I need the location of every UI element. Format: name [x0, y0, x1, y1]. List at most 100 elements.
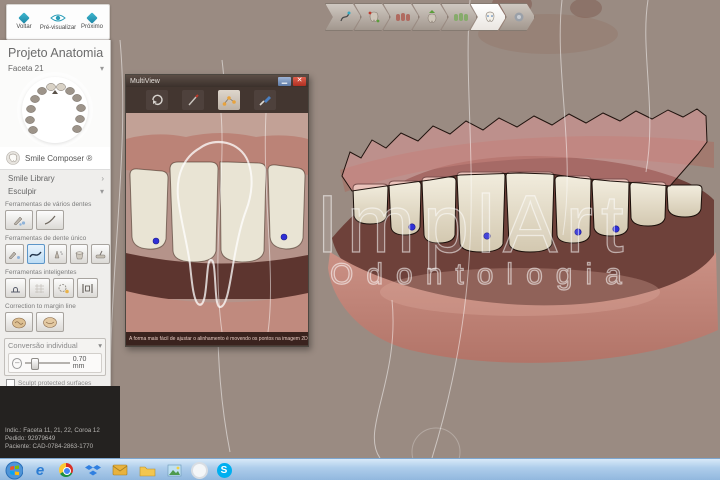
- sculpt-section: Smile Library › Esculpir ▾ Ferramentas d…: [0, 170, 111, 410]
- tool-bucket[interactable]: [69, 244, 89, 264]
- case-patient: Paciente: CAD-0784-2863-1770: [5, 443, 94, 450]
- taskbar-internet-explorer[interactable]: e: [31, 461, 49, 479]
- anatomy-panel: Projeto Anatomia Faceta 21 ▾ Smile Compo…: [0, 40, 111, 410]
- decrease-button[interactable]: –: [12, 357, 23, 369]
- control-point[interactable]: [408, 223, 416, 231]
- tool-cut-curve[interactable]: [36, 210, 64, 230]
- taskbar-dropbox[interactable]: [84, 461, 102, 479]
- brush-icon: [259, 95, 271, 106]
- back-label: Voltar: [16, 24, 32, 30]
- taskbar-file-explorer[interactable]: [138, 461, 156, 479]
- start-button[interactable]: [5, 461, 23, 479]
- slider-thumb[interactable]: [31, 358, 40, 370]
- tooth-selection-dropdown[interactable]: Faceta 21 ▾: [0, 62, 110, 75]
- app-window: ImplArt Odontologia Voltar Pré-visualiza…: [0, 0, 720, 480]
- close-button[interactable]: ✕: [293, 76, 306, 86]
- tool-add-remove[interactable]: [5, 244, 24, 264]
- chevron-right-icon: ›: [101, 174, 104, 183]
- conversion-box: Conversão individual ▾ – 0.70 mm: [4, 338, 106, 376]
- case-indication: Indic.: Faceta 11, 21, 22, Coroa 12: [5, 427, 100, 434]
- control-point-2d[interactable]: [280, 233, 288, 241]
- folder-icon: [139, 466, 155, 476]
- taskbar-media-player[interactable]: [190, 461, 208, 479]
- tooth-directions-icon: [368, 11, 379, 23]
- chevron-down-icon: ▾: [99, 187, 104, 196]
- lasso-ball-icon: [58, 283, 69, 293]
- control-point[interactable]: [574, 228, 582, 236]
- smile-composer-label: Smile Composer ®: [25, 153, 93, 163]
- tooth-arch-selector[interactable]: [22, 77, 88, 143]
- tool-margin-adapt-up[interactable]: [5, 312, 33, 332]
- tool-shape-multiple[interactable]: [5, 210, 33, 230]
- smile-composer-item[interactable]: Smile Composer ®: [0, 147, 110, 170]
- case-order: Pedido: 92979649: [5, 435, 56, 442]
- multiview-titlebar[interactable]: MultiView ▁ ✕: [126, 75, 308, 87]
- single-tooth-tools: [0, 243, 110, 266]
- windows-start-icon: [5, 461, 23, 479]
- smile-library-header[interactable]: Smile Library ›: [0, 172, 110, 185]
- taskbar-photo-viewer[interactable]: [165, 461, 183, 479]
- conversion-dropdown[interactable]: Conversão individual ▾: [8, 341, 102, 350]
- flatten-iron-icon: [95, 250, 106, 258]
- wave-icon: [29, 251, 42, 257]
- step-scan-data[interactable]: [325, 3, 361, 31]
- measure-pen-button[interactable]: [182, 90, 204, 110]
- tool-smooth-wave[interactable]: [26, 244, 46, 264]
- taskbar-chrome[interactable]: [57, 461, 75, 479]
- minimize-button[interactable]: ▁: [278, 76, 291, 86]
- wizard-nav-toolbar: Voltar Pré-visualizar Próximo: [6, 4, 110, 40]
- points-icon: [222, 95, 236, 106]
- margin-line-tools: [0, 311, 110, 334]
- smart-tools: [0, 277, 110, 300]
- selected-tooth-marker: [52, 90, 58, 94]
- next-icon: [86, 12, 98, 24]
- next-label: Próximo: [80, 24, 103, 30]
- tool-smart-mesh[interactable]: [29, 278, 50, 298]
- back-icon: [18, 12, 30, 24]
- tool-margin-adapt-down[interactable]: [36, 312, 64, 332]
- chevron-down-icon: ▾: [98, 341, 102, 350]
- back-button[interactable]: Voltar: [8, 7, 41, 37]
- finalize-gear-icon: [514, 12, 523, 22]
- group-margin-label: Correction to margin line: [5, 303, 76, 310]
- smile-library-label: Smile Library: [8, 174, 55, 183]
- taskbar-outlook[interactable]: [111, 461, 129, 479]
- taskbar-skype[interactable]: S: [215, 461, 233, 479]
- tooth-arch-chart: [25, 83, 86, 134]
- control-point[interactable]: [612, 225, 620, 233]
- skype-icon: S: [216, 462, 232, 478]
- pen-icon: [188, 93, 199, 105]
- group-single-label: Ferramentas de dente único: [5, 235, 87, 242]
- tooth-selection-label: Faceta 21: [8, 64, 44, 73]
- ie-icon: e: [35, 461, 45, 479]
- tool-flatten[interactable]: [91, 244, 110, 264]
- tool-smart-morph[interactable]: [53, 278, 74, 298]
- molar-up-icon: [12, 317, 26, 328]
- tool-smart-gate[interactable]: [77, 278, 98, 298]
- panel-title: Projeto Anatomia: [8, 46, 104, 60]
- smile-composer-icon: [6, 151, 20, 165]
- conversion-label: Conversão individual: [8, 341, 78, 350]
- control-point[interactable]: [483, 232, 491, 240]
- conversion-value: 0.70 mm: [72, 356, 87, 370]
- control-point-2d[interactable]: [152, 237, 160, 245]
- teeth-red-icon: [395, 13, 410, 21]
- multiview-window[interactable]: MultiView ▁ ✕ A forma mais fácil de ajus…: [125, 74, 309, 347]
- next-button[interactable]: Próximo: [76, 7, 109, 37]
- tool-smart-stamp[interactable]: [5, 278, 26, 298]
- spray-icon: [54, 249, 63, 258]
- case-info-overlay: Indic.: Faceta 11, 21, 22, Coroa 12 Pedi…: [5, 427, 100, 451]
- preview-label: Pré-visualizar: [39, 25, 77, 31]
- molar-down-icon: [43, 316, 57, 328]
- windows-taskbar: e S: [0, 458, 720, 480]
- brush-button[interactable]: [254, 90, 276, 110]
- multiview-hint-text: A forma mais fácil de ajustar o alinhame…: [129, 335, 308, 342]
- tool-apply-material[interactable]: [48, 244, 67, 264]
- rotate-view-button[interactable]: [146, 90, 168, 110]
- conversion-slider[interactable]: [25, 358, 70, 370]
- sculpt-header[interactable]: Esculpir ▾: [0, 185, 110, 198]
- edit-points-button[interactable]: [218, 90, 240, 110]
- nostril-right: [570, 0, 602, 18]
- preview-button[interactable]: Pré-visualizar: [39, 7, 77, 37]
- multiview-2d-photo[interactable]: [126, 113, 308, 332]
